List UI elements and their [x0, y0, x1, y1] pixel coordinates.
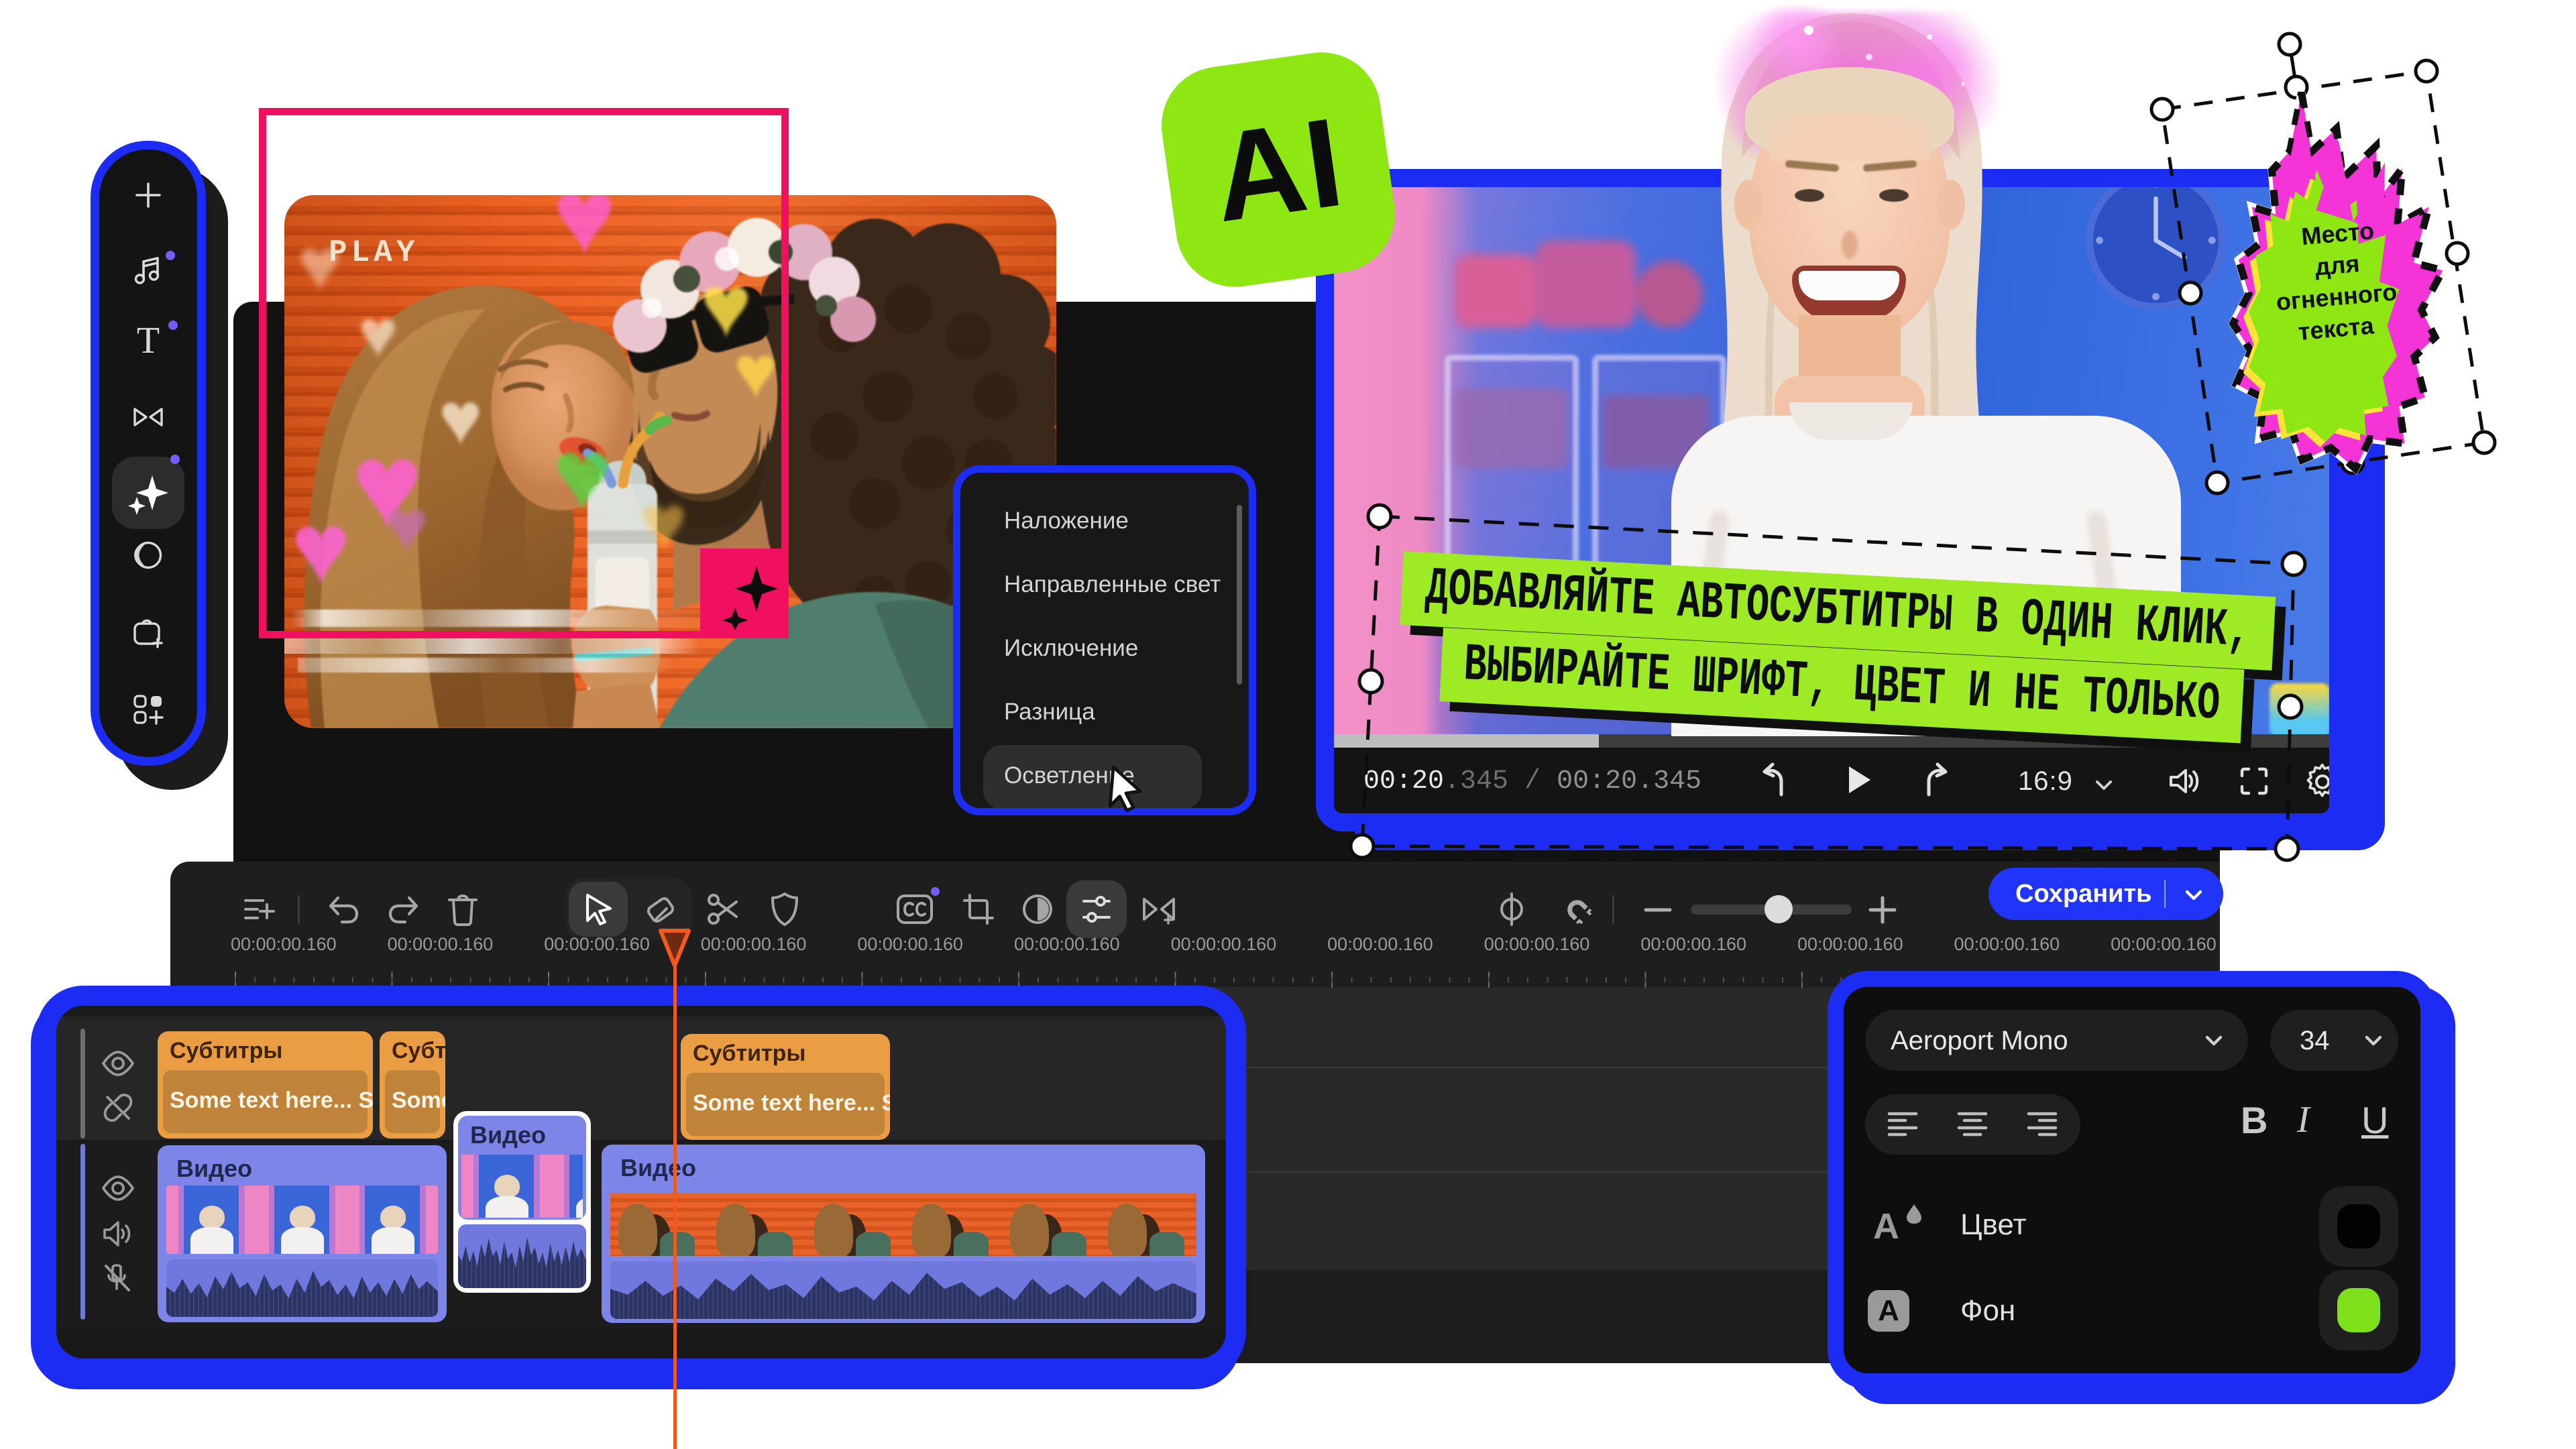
svg-text:для: для [2314, 249, 2361, 281]
